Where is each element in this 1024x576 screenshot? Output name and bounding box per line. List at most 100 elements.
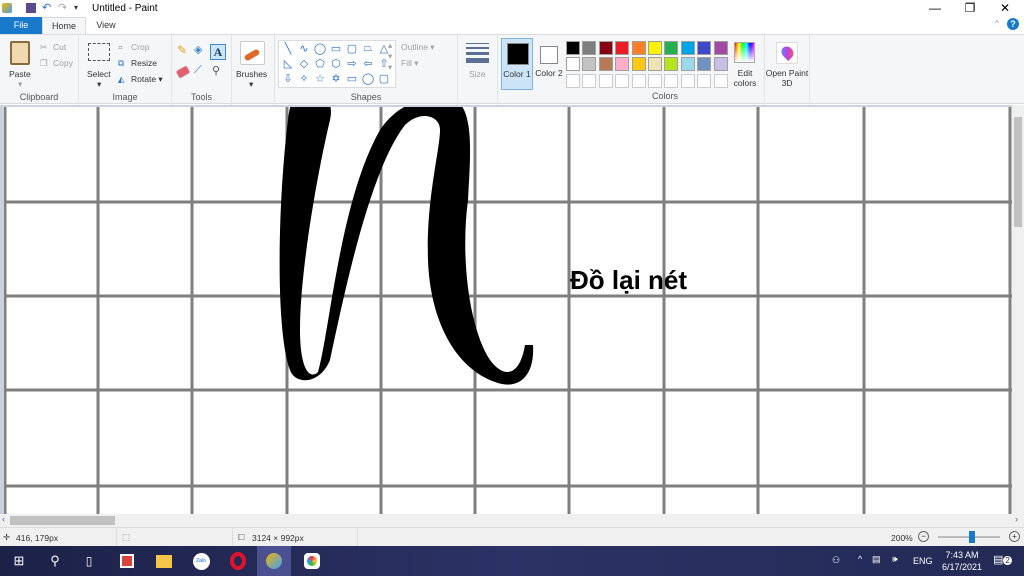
paste-icon[interactable]: [10, 41, 30, 65]
zoom-in-button[interactable]: +: [1009, 531, 1020, 542]
palette-color-swatch[interactable]: [647, 41, 662, 55]
custom-color-slot[interactable]: [631, 73, 646, 88]
search-icon[interactable]: ⚲: [38, 546, 72, 576]
copy-button[interactable]: Copy: [53, 58, 73, 68]
shape-5-icon[interactable]: ⏢: [360, 42, 376, 57]
palette-color-swatch[interactable]: [664, 41, 679, 55]
palette-color-swatch[interactable]: [647, 57, 662, 72]
palette-color-swatch[interactable]: [598, 41, 613, 55]
drawing-canvas[interactable]: Đồ lại nét: [4, 107, 1012, 514]
shape-2-icon[interactable]: ◯: [312, 42, 328, 57]
shape-7-icon[interactable]: ◺: [280, 57, 296, 72]
palette-color-swatch[interactable]: [697, 57, 712, 72]
palette-color-swatch[interactable]: [713, 41, 728, 55]
vertical-scroll-thumb[interactable]: [1014, 117, 1022, 227]
shape-9-icon[interactable]: ⬠: [312, 57, 328, 72]
horizontal-scrollbar[interactable]: ‹ ›: [0, 514, 1024, 527]
shape-12-icon[interactable]: ⇦: [360, 57, 376, 72]
crop-button[interactable]: Crop: [131, 42, 149, 52]
notifications-icon[interactable]: ▤ 2: [993, 553, 1012, 566]
magnifier-icon[interactable]: ⚲: [212, 64, 220, 77]
file-explorer-icon[interactable]: [147, 546, 181, 576]
eraser-icon[interactable]: [175, 65, 191, 79]
open-paint3d-button[interactable]: Open Paint 3D: [765, 68, 809, 88]
custom-color-slot[interactable]: [664, 73, 679, 88]
paint3d-icon[interactable]: [776, 42, 798, 64]
palette-color-swatch[interactable]: [631, 57, 646, 72]
outline-button[interactable]: Outline ▾: [401, 42, 435, 53]
rotate-button[interactable]: Rotate ▾: [131, 74, 163, 85]
minimize-button[interactable]: —: [920, 0, 950, 17]
custom-color-slot[interactable]: [615, 73, 630, 88]
browser-icon[interactable]: [295, 546, 329, 576]
show-hidden-icons[interactable]: ^: [858, 554, 862, 564]
shape-17-icon[interactable]: ✡: [328, 72, 344, 87]
volume-icon[interactable]: 🕪: [892, 554, 898, 565]
vertical-scrollbar[interactable]: [1012, 105, 1024, 514]
text-tool-icon[interactable]: A: [210, 44, 226, 60]
save-icon[interactable]: [26, 3, 36, 13]
color2-button[interactable]: Color 2: [535, 38, 563, 90]
paint-taskbar-icon[interactable]: [257, 546, 291, 576]
brushes-button[interactable]: Brushes: [236, 69, 267, 79]
cut-button[interactable]: Cut: [53, 42, 66, 52]
opera-icon[interactable]: [221, 546, 255, 576]
palette-color-swatch[interactable]: [631, 41, 646, 55]
customize-toolbar-icon[interactable]: ▾: [74, 3, 84, 13]
shape-20-icon[interactable]: ▢: [376, 72, 392, 87]
select-button[interactable]: Select: [87, 69, 111, 79]
custom-color-slot[interactable]: [566, 73, 580, 88]
redo-icon[interactable]: ↷: [58, 1, 68, 14]
palette-color-swatch[interactable]: [697, 41, 712, 55]
custom-color-slot[interactable]: [582, 73, 597, 88]
fill-button[interactable]: Fill ▾: [401, 58, 419, 69]
custom-color-slot[interactable]: [598, 73, 613, 88]
app-icon[interactable]: [110, 546, 144, 576]
palette-color-swatch[interactable]: [680, 41, 695, 55]
shape-1-icon[interactable]: ∿: [296, 42, 312, 57]
palette-color-swatch[interactable]: [664, 57, 679, 72]
custom-color-slot[interactable]: [680, 73, 695, 88]
network-icon[interactable]: ▤: [872, 554, 881, 565]
palette-color-swatch[interactable]: [680, 57, 695, 72]
palette-color-swatch[interactable]: [582, 57, 597, 72]
close-button[interactable]: ✕: [990, 0, 1020, 17]
tab-file[interactable]: File: [0, 17, 42, 34]
edit-colors-icon[interactable]: [734, 42, 755, 63]
shape-3-icon[interactable]: ▭: [328, 42, 344, 57]
custom-color-slot[interactable]: [713, 73, 728, 88]
horizontal-scroll-thumb[interactable]: [10, 516, 115, 525]
people-icon[interactable]: ⚇: [832, 555, 840, 566]
scroll-right-icon[interactable]: ›: [1015, 514, 1018, 524]
brushes-icon[interactable]: [240, 41, 265, 65]
size-icon[interactable]: [466, 43, 489, 63]
shape-8-icon[interactable]: ◇: [296, 57, 312, 72]
start-windows-icon[interactable]: ⊞: [2, 546, 36, 576]
color-picker-icon[interactable]: ⟋: [194, 64, 202, 77]
collapse-ribbon-icon[interactable]: ^: [995, 19, 999, 28]
shape-4-icon[interactable]: ▢: [344, 42, 360, 57]
palette-color-swatch[interactable]: [566, 41, 580, 55]
select-icon[interactable]: [88, 43, 110, 61]
paste-button[interactable]: Paste: [9, 69, 31, 79]
palette-color-swatch[interactable]: [615, 57, 630, 72]
palette-color-swatch[interactable]: [566, 57, 580, 72]
shape-0-icon[interactable]: ╲: [280, 42, 296, 57]
color1-button[interactable]: Color 1: [501, 38, 533, 90]
fill-bucket-icon[interactable]: ◈: [194, 43, 202, 56]
zoom-out-button[interactable]: −: [918, 531, 929, 542]
custom-color-slot[interactable]: [647, 73, 662, 88]
size-button[interactable]: Size: [469, 69, 486, 79]
shape-11-icon[interactable]: ⇨: [344, 57, 360, 72]
scroll-left-icon[interactable]: ‹: [2, 514, 5, 524]
palette-color-swatch[interactable]: [615, 41, 630, 55]
pencil-icon[interactable]: ✎: [177, 43, 187, 57]
canvas-text[interactable]: Đồ lại nét: [570, 265, 687, 296]
help-icon[interactable]: ?: [1007, 18, 1019, 30]
shape-14-icon[interactable]: ⇩: [280, 72, 296, 87]
shape-15-icon[interactable]: ✧: [296, 72, 312, 87]
input-language[interactable]: ENG: [913, 556, 933, 566]
resize-button[interactable]: Resize: [131, 58, 157, 68]
zoom-slider-thumb[interactable]: [969, 531, 975, 543]
tab-home[interactable]: Home: [42, 17, 86, 34]
